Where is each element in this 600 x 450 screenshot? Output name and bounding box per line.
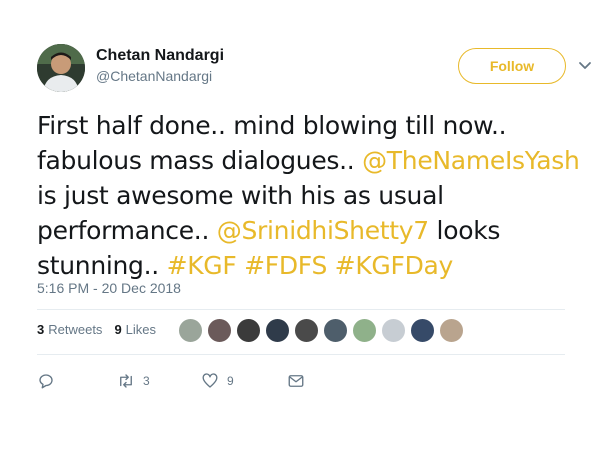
action-bar: 3 9	[37, 372, 305, 390]
mention-link[interactable]: @SrinidhiShetty7	[217, 216, 429, 245]
liker-avatar[interactable]	[236, 318, 261, 343]
liker-avatar[interactable]	[439, 318, 464, 343]
like-count: 9	[227, 374, 234, 388]
envelope-icon	[288, 375, 304, 387]
heart-icon	[202, 373, 218, 388]
avatar-image	[37, 44, 85, 92]
retweets-label[interactable]: Retweets	[48, 322, 102, 337]
tweet-text-part	[236, 251, 244, 280]
tweet-timestamp[interactable]: 5:16 PM - 20 Dec 2018	[37, 280, 181, 296]
reply-button[interactable]	[37, 372, 117, 390]
liker-avatar[interactable]	[207, 318, 232, 343]
reply-icon	[39, 374, 53, 389]
engagement-stats: 3 Retweets 9 Likes	[37, 322, 156, 337]
hashtag-link[interactable]: #KGF	[167, 251, 237, 280]
likes-label[interactable]: Likes	[126, 322, 156, 337]
liker-avatar[interactable]	[178, 318, 203, 343]
retweet-icon	[120, 374, 132, 388]
liker-avatar[interactable]	[352, 318, 377, 343]
retweet-count: 3	[143, 374, 150, 388]
likes-count[interactable]: 9	[114, 322, 121, 337]
divider	[37, 354, 565, 355]
avatar[interactable]	[37, 44, 85, 92]
tweet-text-part	[327, 251, 335, 280]
mention-link[interactable]: @TheNameIsYash	[362, 146, 580, 175]
message-button[interactable]	[287, 372, 305, 390]
chevron-down-icon[interactable]	[578, 58, 592, 72]
liker-avatars	[178, 318, 468, 343]
retweets-count[interactable]: 3	[37, 322, 44, 337]
author-handle[interactable]: @ChetanNandargi	[96, 68, 212, 84]
liker-avatar[interactable]	[323, 318, 348, 343]
like-button[interactable]: 9	[201, 372, 287, 390]
tweet-text: First half done.. mind blowing till now.…	[37, 108, 587, 283]
liker-avatar[interactable]	[381, 318, 406, 343]
hashtag-link[interactable]: #FDFS	[244, 251, 327, 280]
liker-avatar[interactable]	[294, 318, 319, 343]
author-name[interactable]: Chetan Nandargi	[96, 47, 224, 65]
liker-avatar[interactable]	[410, 318, 435, 343]
liker-avatar[interactable]	[265, 318, 290, 343]
follow-button[interactable]: Follow	[458, 48, 566, 84]
divider	[37, 309, 565, 310]
tweet-card: Chetan Nandargi @ChetanNandargi Follow F…	[0, 0, 600, 450]
retweet-button[interactable]: 3	[117, 372, 201, 390]
hashtag-link[interactable]: #KGFDay	[335, 251, 454, 280]
